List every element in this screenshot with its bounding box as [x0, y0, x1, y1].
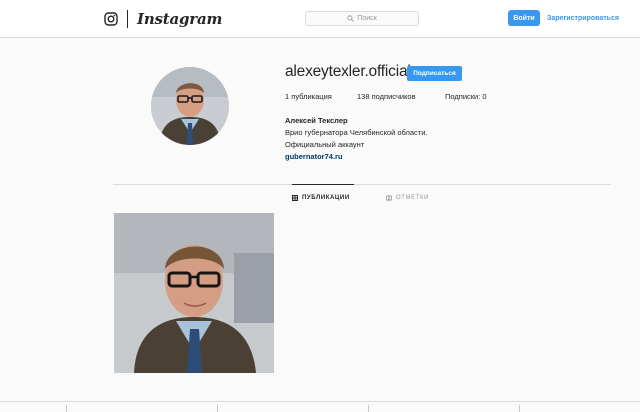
profile-full-name: Алексей Текслер: [285, 116, 348, 125]
following-count[interactable]: Подписки: 0: [445, 92, 487, 101]
tab-tagged[interactable]: ОТМЕТКИ: [386, 195, 429, 201]
login-button[interactable]: Войти: [508, 10, 540, 26]
post-photo: [114, 213, 274, 373]
avatar[interactable]: [151, 67, 229, 145]
grid-icon: [292, 195, 298, 201]
instagram-glyph-icon: [104, 12, 118, 26]
search-placeholder: Поиск: [357, 15, 377, 22]
tab-label: ПУБЛИКАЦИИ: [302, 195, 350, 201]
active-tab-indicator: [292, 184, 354, 185]
footer-separator: [66, 405, 67, 412]
profile-website-link[interactable]: gubernator74.ru: [285, 152, 343, 161]
footer-separator: [368, 405, 369, 412]
tab-posts[interactable]: ПУБЛИКАЦИИ: [292, 195, 350, 201]
bio-text-line: Врио губернатора Челябинской области.: [285, 128, 428, 137]
footer-separator: [217, 405, 218, 412]
footer-divider: [0, 401, 640, 402]
footer-separator: [519, 405, 520, 412]
tabs-divider: [113, 184, 611, 185]
logo-group[interactable]: Instagram: [104, 10, 222, 28]
top-navigation-bar: Instagram Поиск Войти Зарегистрироваться: [0, 0, 640, 38]
tag-icon: [386, 195, 392, 201]
logo-divider: [127, 10, 128, 28]
avatar-photo: [151, 67, 229, 145]
posts-count: 1 публикация: [285, 92, 332, 101]
search-input[interactable]: Поиск: [305, 11, 419, 26]
post-thumbnail[interactable]: [114, 213, 274, 373]
bio-text-line: Официальный аккаунт: [285, 140, 365, 149]
profile-username: alexeytexler.official: [285, 63, 411, 80]
signup-link[interactable]: Зарегистрироваться: [547, 10, 619, 26]
instagram-wordmark: Instagram: [137, 10, 223, 28]
tab-label: ОТМЕТКИ: [396, 195, 430, 201]
followers-count[interactable]: 138 подписчиков: [357, 92, 416, 101]
follow-button[interactable]: Подписаться: [407, 66, 462, 81]
search-icon: [347, 15, 354, 22]
